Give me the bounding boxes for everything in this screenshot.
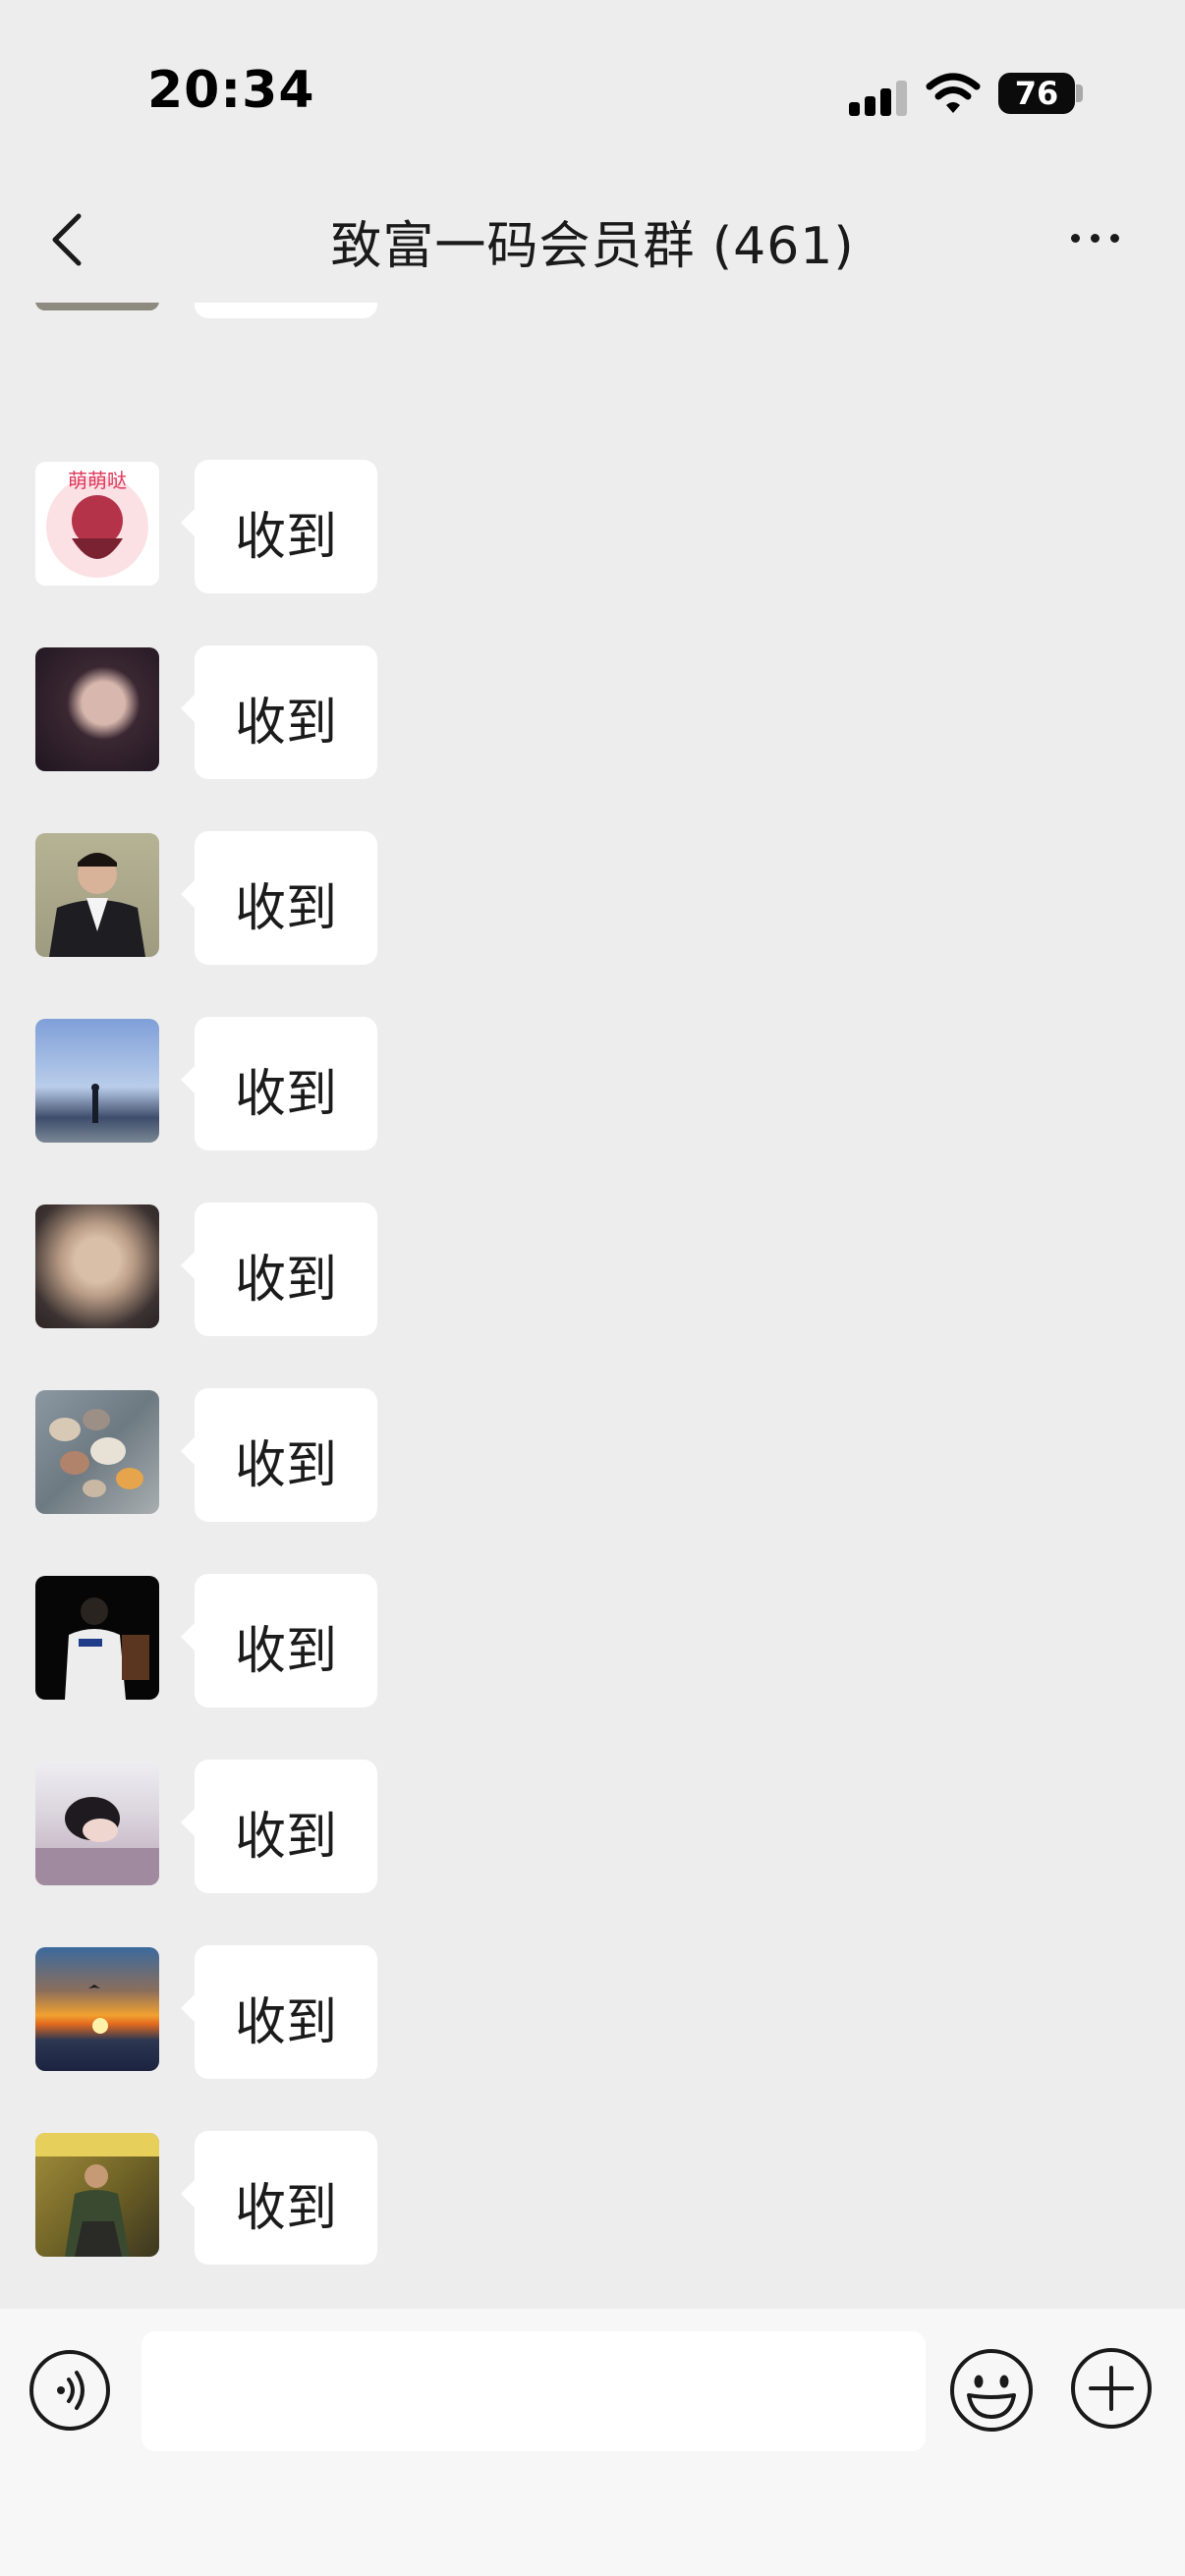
message-text: 收到	[234, 1808, 337, 1867]
message-row: 收到	[0, 1388, 1185, 1528]
message-bubble[interactable]: 收到	[181, 1388, 377, 1522]
avatar[interactable]	[35, 647, 159, 771]
message-row: 收到	[0, 645, 1185, 785]
message-input[interactable]	[141, 2331, 926, 2451]
battery-tip	[1076, 84, 1083, 102]
message-bubble[interactable]: 收到	[181, 460, 377, 593]
avatar[interactable]	[35, 1762, 159, 1885]
status-bar: 20:34 76	[0, 0, 1185, 177]
message-row: 收到	[0, 831, 1185, 971]
plus-icon[interactable]	[1069, 2346, 1154, 2431]
battery-level: 76	[1014, 75, 1059, 112]
message-text: 收到	[234, 879, 337, 938]
avatar[interactable]	[35, 833, 159, 957]
avatar[interactable]	[35, 303, 159, 310]
message-bubble[interactable]: 收到	[181, 1017, 377, 1150]
svg-text:萌萌哒: 萌萌哒	[68, 469, 127, 492]
chat-title: 致富一码会员群 (461)	[330, 217, 855, 276]
emoji-icon[interactable]	[947, 2346, 1036, 2435]
status-time: 20:34	[147, 61, 315, 120]
message-text: 收到	[234, 1065, 337, 1124]
message-text: 收到	[234, 508, 337, 567]
message-text: 收到	[234, 1622, 337, 1681]
message-row: 收到	[0, 1574, 1185, 1713]
message-text: 收到	[234, 694, 337, 753]
wifi-icon	[926, 73, 981, 113]
message-text: 收到	[234, 1993, 337, 2052]
message-bubble[interactable]: 收到	[181, 1945, 377, 2079]
input-bar	[0, 2309, 1185, 2576]
message-row: 收到	[0, 303, 1185, 324]
message-text: 收到	[234, 2179, 337, 2238]
voice-icon[interactable]	[28, 2348, 112, 2433]
message-row: 收到	[0, 1203, 1185, 1342]
message-bubble[interactable]: 收到	[181, 1203, 377, 1336]
message-bubble[interactable]: 收到	[181, 1760, 377, 1893]
avatar[interactable]	[35, 1576, 159, 1700]
avatar[interactable]	[35, 1019, 159, 1143]
battery-icon: 76	[998, 73, 1075, 114]
message-row: 收到	[0, 2131, 1185, 2270]
message-text: 收到	[234, 1251, 337, 1310]
message-bubble[interactable]: 收到	[195, 303, 377, 318]
message-row: 萌萌哒 收到	[0, 460, 1185, 599]
avatar[interactable]	[35, 1204, 159, 1328]
message-bubble[interactable]: 收到	[181, 1574, 377, 1708]
avatar[interactable]	[35, 1390, 159, 1514]
message-row: 收到	[0, 1017, 1185, 1156]
message-list[interactable]: 收到 萌萌哒 收到 收到	[0, 303, 1185, 2309]
signal-icon	[849, 79, 908, 116]
message-row: 收到	[0, 1760, 1185, 1899]
avatar[interactable]: 萌萌哒	[35, 462, 159, 586]
avatar[interactable]	[35, 1947, 159, 2071]
message-bubble[interactable]: 收到	[181, 2131, 377, 2265]
message-bubble[interactable]: 收到	[181, 645, 377, 779]
message-row: 收到	[0, 1945, 1185, 2085]
message-bubble[interactable]: 收到	[181, 831, 377, 965]
avatar[interactable]	[35, 2133, 159, 2257]
more-dots-icon[interactable]	[1061, 218, 1130, 257]
nav-bar: 致富一码会员群 (461)	[0, 177, 1185, 303]
message-text: 收到	[234, 1436, 337, 1495]
